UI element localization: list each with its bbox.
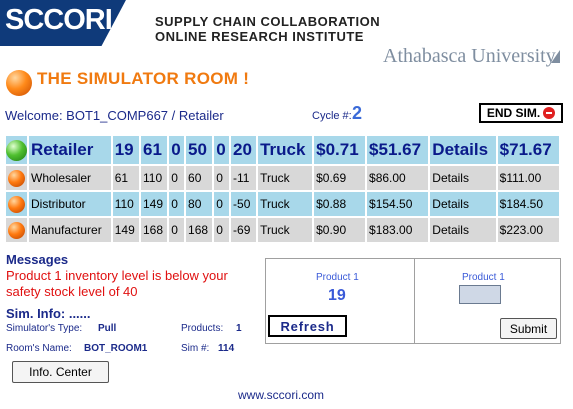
status-cell xyxy=(6,136,27,164)
value-cell: 0 xyxy=(214,166,230,190)
value-cell: 110 xyxy=(112,192,139,216)
total-cell: $184.50 xyxy=(497,192,559,216)
role-cell: Wholesaler xyxy=(29,166,111,190)
cycle-number: 2 xyxy=(352,103,363,123)
cost-cell: $183.00 xyxy=(367,218,429,242)
table-row-distributor: Distributor 110 149 0 80 0 -50 Truck $0.… xyxy=(6,192,559,216)
cost-cell: $154.50 xyxy=(367,192,429,216)
status-cell xyxy=(6,218,27,242)
order-quantity-input[interactable] xyxy=(459,285,501,304)
value-cell: 0 xyxy=(169,166,185,190)
sim-type-label: Simulator's Type: xyxy=(6,323,83,334)
price-cell: $0.88 xyxy=(314,192,366,216)
role-cell: Retailer xyxy=(29,136,111,164)
sim-number-label: Sim #: xyxy=(181,343,210,354)
total-cell: $71.67 xyxy=(497,136,559,164)
info-center-button[interactable]: Info. Center xyxy=(12,361,109,383)
price-cell: $0.90 xyxy=(314,218,366,242)
value-cell: -11 xyxy=(231,166,257,190)
order-product-label: Product 1 xyxy=(462,272,505,283)
products-value: 1 xyxy=(236,323,242,334)
cycle-label: Cycle #: xyxy=(312,110,352,122)
refresh-button[interactable]: Refresh xyxy=(268,315,347,337)
submit-button[interactable]: Submit xyxy=(500,318,557,339)
value-cell: 168 xyxy=(186,218,213,242)
value-cell: 61 xyxy=(141,136,168,164)
transport-cell: Truck xyxy=(258,136,313,164)
value-cell: 168 xyxy=(141,218,168,242)
total-cell: $111.00 xyxy=(497,166,559,190)
price-cell: $0.71 xyxy=(314,136,366,164)
value-cell: 0 xyxy=(214,136,230,164)
details-link[interactable]: Details xyxy=(430,166,496,190)
role-cell: Distributor xyxy=(29,192,111,216)
orange-ball-icon xyxy=(6,70,32,96)
role-cell: Manufacturer xyxy=(29,218,111,242)
supply-chain-table: Retailer 19 61 0 50 0 20 Truck $0.71 $51… xyxy=(4,134,561,244)
value-cell: 0 xyxy=(214,192,230,216)
value-cell: 149 xyxy=(112,218,139,242)
logo-text: SCCORI xyxy=(5,4,113,36)
product-value: 19 xyxy=(328,287,346,304)
value-cell: 61 xyxy=(112,166,139,190)
green-ball-icon xyxy=(6,139,27,161)
value-cell: 50 xyxy=(186,136,213,164)
brand-line-2: ONLINE RESEARCH INSTITUTE xyxy=(155,29,364,44)
products-label: Products: xyxy=(181,323,224,334)
value-cell: 19 xyxy=(112,136,139,164)
end-sim-label: END SIM. xyxy=(486,106,541,120)
brand-line-1: SUPPLY CHAIN COLLABORATION xyxy=(155,14,381,29)
cost-cell: $86.00 xyxy=(367,166,429,190)
transport-cell: Truck xyxy=(258,166,313,190)
panel-divider xyxy=(414,259,415,343)
orange-ball-icon xyxy=(8,221,25,239)
value-cell: 80 xyxy=(186,192,213,216)
value-cell: -69 xyxy=(231,218,257,242)
footer-url[interactable]: www.sccori.com xyxy=(238,388,324,402)
sim-number-value: 114 xyxy=(218,343,235,354)
welcome-text: Welcome: BOT1_COMP667 / Retailer xyxy=(5,108,224,123)
value-cell: 0 xyxy=(169,136,185,164)
value-cell: 60 xyxy=(186,166,213,190)
table-row-wholesaler: Wholesaler 61 110 0 60 0 -11 Truck $0.69… xyxy=(6,166,559,190)
messages-heading: Messages xyxy=(6,252,69,267)
price-cell: $0.69 xyxy=(314,166,366,190)
value-cell: 0 xyxy=(169,218,185,242)
status-cell xyxy=(6,166,27,190)
details-link[interactable]: Details xyxy=(430,192,496,216)
transport-cell: Truck xyxy=(258,218,313,242)
value-cell: 0 xyxy=(214,218,230,242)
details-link[interactable]: Details xyxy=(430,136,496,164)
orange-ball-icon xyxy=(8,169,25,187)
orange-ball-icon xyxy=(8,195,25,213)
value-cell: 0 xyxy=(169,192,185,216)
product-label: Product 1 xyxy=(316,272,359,283)
university-logo: Athabasca University xyxy=(383,45,556,67)
table-row-manufacturer: Manufacturer 149 168 0 168 0 -69 Truck $… xyxy=(6,218,559,242)
page-title: THE SIMULATOR ROOM ! xyxy=(37,69,250,88)
university-mark-icon xyxy=(551,50,560,63)
cost-cell: $51.67 xyxy=(367,136,429,164)
sccori-logo: SCCORI xyxy=(0,0,132,46)
room-name-label: Room's Name: xyxy=(6,343,72,354)
room-name-value: BOT_ROOM1 xyxy=(84,343,148,354)
value-cell: 20 xyxy=(231,136,257,164)
sim-type-value: Pull xyxy=(98,323,117,334)
transport-cell: Truck xyxy=(258,192,313,216)
table-row-retailer: Retailer 19 61 0 50 0 20 Truck $0.71 $51… xyxy=(6,136,559,164)
stop-icon xyxy=(543,107,556,119)
value-cell: -50 xyxy=(231,192,257,216)
value-cell: 110 xyxy=(141,166,168,190)
value-cell: 149 xyxy=(141,192,168,216)
end-sim-button[interactable]: END SIM. xyxy=(479,103,563,123)
sim-info-heading: Sim. Info: ...... xyxy=(6,306,91,321)
total-cell: $223.00 xyxy=(497,218,559,242)
details-link[interactable]: Details xyxy=(430,218,496,242)
status-cell xyxy=(6,192,27,216)
message-text: Product 1 inventory level is below your … xyxy=(6,268,228,299)
